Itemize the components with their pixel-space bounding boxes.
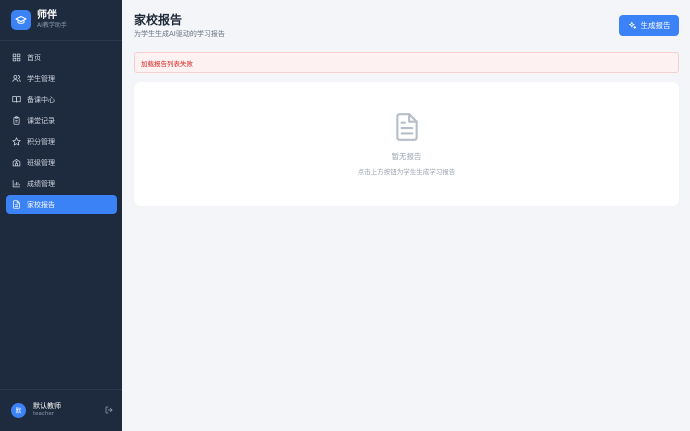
sidebar-item-home[interactable]: 首页 (6, 48, 117, 67)
sidebar-item-class-records[interactable]: 课堂记录 (6, 111, 117, 130)
logout-icon[interactable] (104, 406, 113, 415)
user-name: 默认教师 (33, 402, 61, 410)
reports-empty-state: 暂无报告 点击上方按钮为学生生成学习报告 (134, 82, 679, 206)
page-title: 家校报告 (134, 13, 183, 27)
sidebar-item-label: 学生管理 (27, 74, 55, 83)
sidebar-item-label: 备课中心 (27, 95, 55, 104)
graduation-cap-icon (11, 10, 31, 30)
bar-chart-icon (12, 179, 21, 188)
sidebar-item-label: 积分管理 (27, 137, 55, 146)
generate-report-button[interactable]: 生成报告 (619, 15, 679, 36)
star-icon (12, 137, 21, 146)
sidebar-item-label: 班级管理 (27, 158, 55, 167)
sidebar-item-label: 成绩管理 (27, 179, 55, 188)
users-icon (12, 74, 21, 83)
user-profile: 默 默认教师 teacher (11, 402, 113, 418)
sidebar-item-points[interactable]: 积分管理 (6, 132, 117, 151)
sparkles-icon (628, 21, 636, 29)
sidebar-item-label: 课堂记录 (27, 116, 55, 125)
empty-state-title: 暂无报告 (391, 152, 422, 161)
grid-icon (12, 53, 21, 62)
brand[interactable]: 师伴 AI教学助手 (11, 10, 67, 30)
avatar[interactable]: 默 (11, 402, 26, 418)
sidebar-item-label: 家校报告 (27, 200, 55, 209)
sidebar-item-students[interactable]: 学生管理 (6, 69, 117, 88)
page-subtitle: 为学生生成AI驱动的学习报告 (134, 30, 225, 38)
sidebar-item-label: 首页 (27, 53, 41, 62)
sidebar-item-classes[interactable]: 班级管理 (6, 153, 117, 172)
divider (0, 40, 122, 41)
clipboard-icon (12, 116, 21, 125)
app-tagline: AI教学助手 (37, 22, 67, 29)
app-name: 师伴 (37, 10, 57, 21)
sidebar-item-grades[interactable]: 成绩管理 (6, 174, 117, 193)
sidebar: 师伴 AI教学助手 首页 学生管理 备课中心 课堂记录 积分管理 班级管理 成绩… (0, 0, 122, 431)
sidebar-nav: 首页 学生管理 备课中心 课堂记录 积分管理 班级管理 成绩管理 家校报告 (6, 48, 117, 216)
file-text-icon (394, 112, 420, 142)
sidebar-item-home-school-reports[interactable]: 家校报告 (6, 195, 117, 214)
book-open-icon (12, 95, 21, 104)
error-alert: 加载报告列表失败 (134, 52, 679, 73)
sidebar-item-lesson-prep[interactable]: 备课中心 (6, 90, 117, 109)
school-icon (12, 158, 21, 167)
empty-state-subtitle: 点击上方按钮为学生生成学习报告 (357, 168, 456, 176)
divider (0, 389, 122, 390)
error-message: 加载报告列表失败 (141, 59, 193, 68)
file-text-icon (12, 200, 21, 209)
generate-report-label: 生成报告 (640, 21, 671, 30)
user-role: teacher (33, 411, 55, 417)
